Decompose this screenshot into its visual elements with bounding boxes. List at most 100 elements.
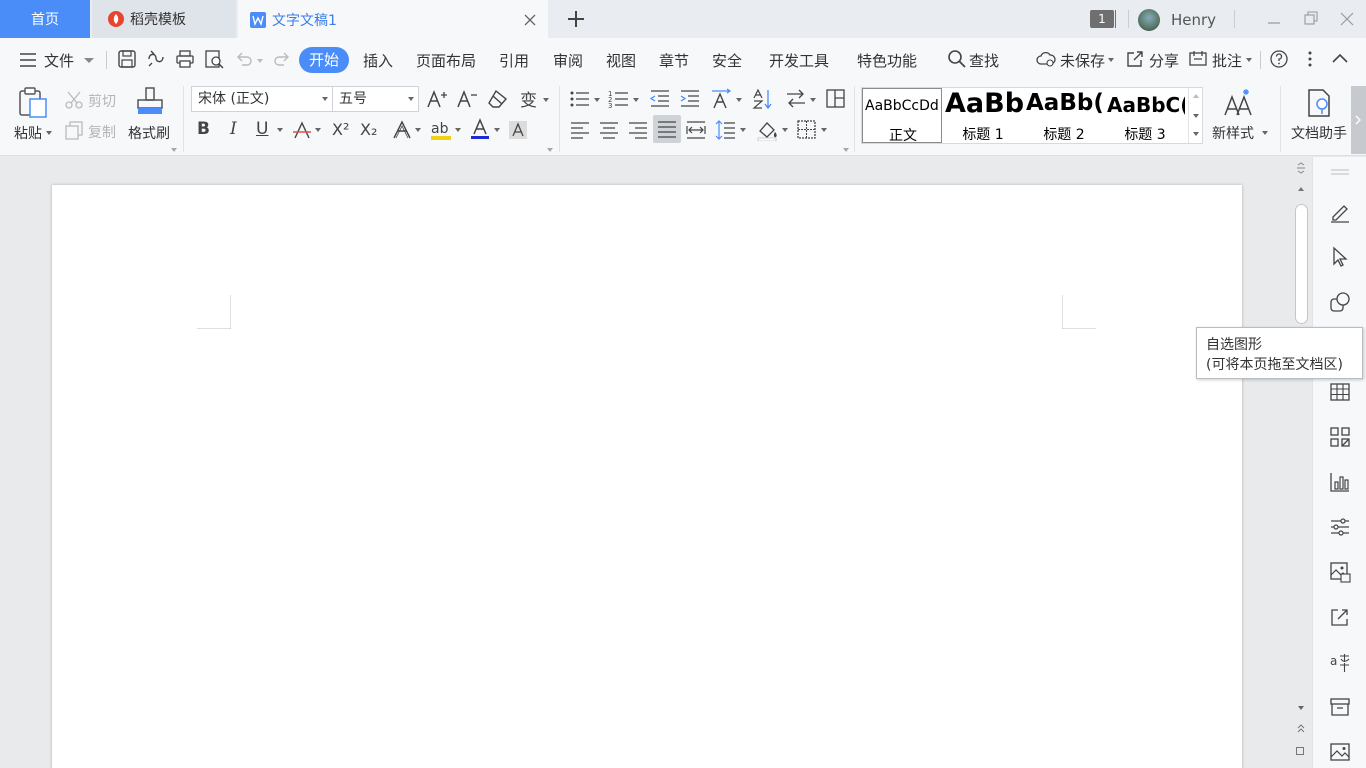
format-painter-icon[interactable] <box>134 86 166 118</box>
hamburger-icon[interactable] <box>18 50 38 70</box>
chevron-down-icon[interactable] <box>1108 58 1114 62</box>
chevron-down-icon[interactable] <box>1262 131 1268 135</box>
style-normal[interactable]: AaBbCcDd 正文 <box>862 88 942 143</box>
close-tab-icon[interactable] <box>522 12 538 28</box>
archive-box-icon[interactable] <box>1329 696 1351 718</box>
underline-button[interactable]: U <box>256 119 268 139</box>
shapes-icon[interactable] <box>1329 291 1351 313</box>
menu-start[interactable]: 开始 <box>299 47 349 73</box>
window-count-badge[interactable]: 1 <box>1090 10 1114 28</box>
align-center-icon[interactable] <box>598 119 620 141</box>
chevron-down-icon[interactable] <box>455 128 461 132</box>
format-painter-label[interactable]: 格式刷 <box>128 123 170 143</box>
tab-templates[interactable]: 稻壳模板 <box>92 0 236 38</box>
paste-icon[interactable] <box>16 86 50 120</box>
dialog-launcher-icon[interactable] <box>547 148 553 152</box>
search-label[interactable]: 查找 <box>969 50 999 71</box>
select-browse-object-icon[interactable] <box>1296 747 1304 755</box>
chevron-down-icon[interactable] <box>543 98 549 102</box>
chevron-down-icon[interactable] <box>46 131 52 135</box>
menu-page-layout[interactable]: 页面布局 <box>416 50 476 71</box>
chevron-up-icon[interactable] <box>1193 94 1199 98</box>
help-icon[interactable] <box>1269 49 1289 69</box>
vertical-scrollbar[interactable] <box>1290 157 1312 768</box>
italic-button[interactable]: I <box>230 119 237 139</box>
highlight-icon[interactable]: ab <box>430 118 454 142</box>
strikethrough-icon[interactable] <box>292 120 312 140</box>
unsaved-status[interactable]: 未保存 <box>1060 50 1105 71</box>
chevron-down-icon[interactable] <box>821 128 827 132</box>
chevron-down-icon[interactable] <box>277 128 283 132</box>
chevron-down-icon[interactable] <box>736 98 742 102</box>
shading-icon[interactable] <box>756 119 780 141</box>
phonetic-guide-icon[interactable]: 变 <box>518 88 540 110</box>
chevron-down-icon[interactable] <box>1246 58 1252 62</box>
numbered-list-icon[interactable]: 123 <box>608 88 630 110</box>
scroll-thumb[interactable] <box>1295 204 1308 324</box>
undo-icon[interactable] <box>234 49 254 69</box>
share-icon[interactable] <box>1125 49 1145 69</box>
scroll-up-icon[interactable] <box>1298 187 1304 191</box>
tab-document[interactable]: 文字文稿1 <box>238 0 548 38</box>
chevron-down-icon[interactable] <box>740 128 746 132</box>
share-label[interactable]: 分享 <box>1149 50 1179 71</box>
text-effect-icon[interactable] <box>392 120 412 140</box>
user-name[interactable]: Henry <box>1171 11 1216 29</box>
line-spacing-icon[interactable] <box>715 119 737 141</box>
doc-assistant-label[interactable]: 文档助手 <box>1291 123 1347 143</box>
menu-special-features[interactable]: 特色功能 <box>857 50 917 71</box>
chevron-down-icon[interactable] <box>594 98 600 102</box>
avatar[interactable] <box>1138 9 1160 31</box>
chevron-down-icon[interactable] <box>633 98 639 102</box>
minimize-icon[interactable] <box>1263 8 1285 30</box>
collapse-ribbon-icon[interactable] <box>1330 49 1350 69</box>
new-tab-icon[interactable] <box>565 8 587 30</box>
style-heading-2[interactable]: AaBb( 标题 2 <box>1024 88 1104 143</box>
copy-label[interactable]: 复制 <box>88 122 116 142</box>
scroll-down-icon[interactable] <box>1298 706 1304 710</box>
text-box-icon[interactable] <box>825 88 847 110</box>
tab-home[interactable]: 首页 <box>0 0 90 38</box>
clear-format-icon[interactable] <box>487 88 509 110</box>
prev-page-icon[interactable] <box>1295 723 1307 735</box>
more-icon[interactable] <box>1300 49 1320 69</box>
font-size-select[interactable]: 五号 <box>332 86 419 112</box>
new-style-icon[interactable] <box>1223 87 1255 119</box>
chevron-down-icon[interactable] <box>84 58 94 63</box>
menu-chapter[interactable]: 章节 <box>659 50 689 71</box>
print-preview-icon[interactable] <box>204 49 224 69</box>
subscript-button[interactable]: X₂ <box>360 120 377 139</box>
panel-handle-icon[interactable] <box>1329 165 1351 179</box>
menu-view[interactable]: 视图 <box>606 50 636 71</box>
chevron-down-icon[interactable] <box>494 128 500 132</box>
restore-icon[interactable] <box>1300 8 1322 30</box>
chevron-down-icon[interactable] <box>782 128 788 132</box>
text-direction-icon[interactable] <box>710 88 732 110</box>
undo-dropdown-icon[interactable] <box>257 59 263 63</box>
chevron-down-icon[interactable] <box>1193 114 1199 118</box>
document-page[interactable] <box>52 185 1242 768</box>
menu-developer-tools[interactable]: 开发工具 <box>769 50 829 71</box>
pen-icon[interactable] <box>1329 201 1351 223</box>
justify-button[interactable] <box>653 115 681 143</box>
style-gallery-scroll[interactable] <box>1188 88 1202 143</box>
comment-icon[interactable] <box>1188 49 1208 69</box>
dialog-launcher-icon[interactable] <box>843 148 849 152</box>
dialog-launcher-icon[interactable] <box>171 148 177 152</box>
select-cursor-icon[interactable] <box>1329 246 1351 268</box>
menu-security[interactable]: 安全 <box>712 50 742 71</box>
menu-review[interactable]: 审阅 <box>553 50 583 71</box>
comment-label[interactable]: 批注 <box>1212 50 1242 71</box>
table-icon[interactable] <box>1329 381 1351 403</box>
search-icon[interactable] <box>947 49 967 69</box>
paste-label[interactable]: 粘贴 <box>14 123 42 143</box>
export-icon[interactable] <box>1329 606 1351 628</box>
decrease-indent-icon[interactable] <box>649 88 671 110</box>
bullet-list-icon[interactable] <box>569 88 591 110</box>
output-pdf-icon[interactable] <box>146 49 166 69</box>
menu-references[interactable]: 引用 <box>499 50 529 71</box>
new-style-label[interactable]: 新样式 <box>1212 123 1254 143</box>
cut-label[interactable]: 剪切 <box>88 91 116 111</box>
translate-icon[interactable]: a <box>1329 651 1351 673</box>
style-heading-1[interactable]: AaBb 标题 1 <box>943 88 1023 143</box>
